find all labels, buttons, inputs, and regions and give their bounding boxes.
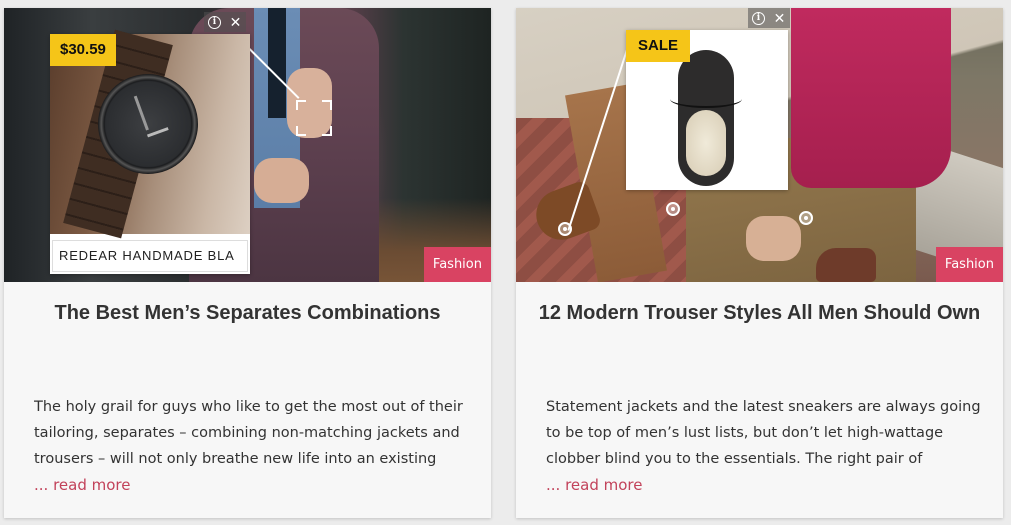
read-more-link[interactable]: ... read more bbox=[34, 476, 130, 494]
product-caption[interactable]: REDEAR HANDMADE BLA bbox=[52, 240, 248, 272]
photo-shoe bbox=[816, 248, 876, 282]
close-icon[interactable]: ✕ bbox=[225, 12, 246, 32]
product-hotspot-dot[interactable] bbox=[799, 211, 813, 225]
photo-hand bbox=[254, 158, 309, 203]
price-badge: $30.59 bbox=[50, 34, 116, 66]
photo-tie bbox=[268, 8, 286, 118]
watch-face bbox=[98, 74, 198, 174]
product-ad-popup[interactable]: REDEAR HANDMADE BLA bbox=[50, 29, 250, 274]
article-excerpt: The holy grail for guys who like to get … bbox=[34, 399, 463, 467]
ad-controls: i ✕ bbox=[748, 8, 790, 28]
product-hotspot-dot[interactable] bbox=[558, 222, 572, 236]
close-icon[interactable]: ✕ bbox=[769, 8, 790, 28]
hotspot-corner bbox=[296, 126, 306, 136]
read-more-link[interactable]: ... read more bbox=[546, 476, 642, 494]
hotspot-corner bbox=[296, 100, 306, 110]
info-icon[interactable]: i bbox=[748, 8, 769, 28]
article-title[interactable]: The Best Men’s Separates Combinations bbox=[24, 300, 471, 326]
article-title[interactable]: 12 Modern Trouser Styles All Men Should … bbox=[536, 300, 983, 326]
product-hotspot[interactable] bbox=[296, 100, 332, 136]
slipper-lace bbox=[670, 90, 742, 108]
hotspot-corner bbox=[322, 100, 332, 110]
article-card[interactable]: i ✕ SALE Fashion 12 Modern Trouser Style… bbox=[516, 8, 1003, 518]
article-excerpt: Statement jackets and the latest sneaker… bbox=[546, 399, 981, 467]
sale-badge: SALE bbox=[626, 30, 691, 62]
product-hotspot-dot[interactable] bbox=[666, 202, 680, 216]
photo-hand bbox=[746, 216, 801, 261]
ad-controls: i ✕ bbox=[204, 12, 246, 32]
hotspot-corner bbox=[322, 126, 332, 136]
slipper-lining bbox=[686, 110, 726, 176]
article-hero-image[interactable]: i ✕ SALE Fashion bbox=[516, 8, 1003, 282]
info-icon[interactable]: i bbox=[204, 12, 225, 32]
category-badge[interactable]: Fashion bbox=[935, 247, 1003, 282]
photo-jacket bbox=[791, 8, 951, 188]
article-card[interactable]: REDEAR HANDMADE BLA $30.59 i ✕ Fashion T… bbox=[4, 8, 491, 518]
category-badge[interactable]: Fashion bbox=[423, 247, 491, 282]
article-hero-image[interactable]: REDEAR HANDMADE BLA $30.59 i ✕ Fashion bbox=[4, 8, 491, 282]
